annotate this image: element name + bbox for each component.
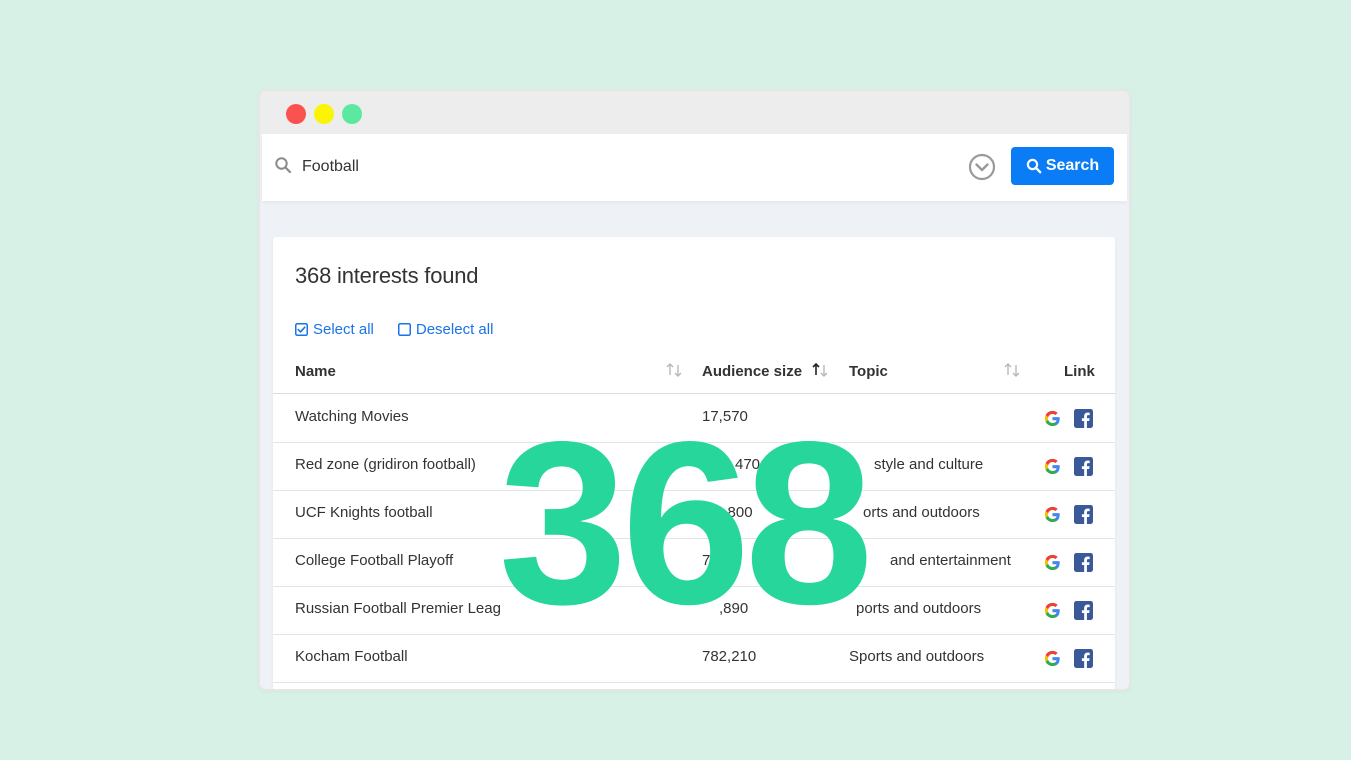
row-audience: 782,210 [702,648,757,665]
table-row[interactable]: Russian Football Premier Leag ,890 ports… [273,586,1115,635]
table-row[interactable]: UCF Knights football 1,800 orts and outd… [273,490,1115,539]
deselect-all-label: Deselect all [415,321,494,338]
select-all-label: Select all [313,321,374,338]
row-name: Russian Football Premier Leag [295,600,501,617]
sort-icon[interactable] [665,362,683,378]
browser-window: Search 368 interests found Select all De… [260,91,1129,689]
row-audience: ,890 [719,600,749,617]
sort-ascending-icon[interactable] [811,362,829,378]
google-icon[interactable] [1043,505,1062,524]
table-row[interactable]: Red zone (gridiron football) 470 style a… [273,442,1115,491]
row-name: Watching Movies [295,408,409,425]
search-icon [1026,158,1042,174]
title-bar [260,91,1129,134]
row-name: College Football Playoff [295,552,454,569]
selection-links: Select all Deselect all [295,321,493,338]
row-audience: 17,570 [702,408,748,425]
results-count-title: 368 interests found [295,263,479,288]
search-input[interactable] [302,152,902,182]
unchecked-checkbox-icon [397,323,411,336]
google-icon[interactable] [1043,457,1062,476]
chevron-down-icon[interactable] [968,153,996,181]
link-column-header: Link [1064,363,1095,380]
maximize-window-dot[interactable] [342,104,362,124]
name-column-header[interactable]: Name [295,363,336,380]
search-icon [275,157,292,174]
minimize-window-dot[interactable] [314,104,334,124]
close-window-dot[interactable] [286,104,306,124]
table-row[interactable]: Watching Movies 17,570 [273,394,1115,443]
row-topic: Sports and outdoors [849,648,985,665]
checked-checkbox-icon [295,323,308,336]
facebook-icon[interactable] [1074,409,1093,428]
row-name: Red zone (gridiron football) [295,456,476,473]
google-icon[interactable] [1043,601,1062,620]
sort-icon[interactable] [1003,362,1021,378]
row-audience: 1,800 [715,504,753,521]
row-topic: and entertainment [890,552,1011,569]
deselect-all-link[interactable]: Deselect all [397,321,494,338]
row-topic: orts and outdoors [863,504,980,521]
row-audience: 470 [735,456,761,473]
facebook-icon[interactable] [1074,553,1093,572]
google-icon[interactable] [1043,553,1062,572]
row-topic: ports and outdoors [856,600,982,617]
select-all-link[interactable]: Select all [295,321,374,338]
facebook-icon[interactable] [1074,649,1093,668]
row-name: UCF Knights football [295,504,433,521]
row-name: Kocham Football [295,648,408,665]
row-audience: 7 [702,552,711,569]
audience-column-header[interactable]: Audience size [702,363,802,380]
results-card: 368 interests found Select all Deselect … [273,237,1115,689]
row-topic: style and culture [874,456,984,473]
google-icon[interactable] [1043,649,1062,668]
google-icon[interactable] [1043,409,1062,428]
facebook-icon[interactable] [1074,505,1093,524]
search-button-label: Search [1045,157,1100,174]
search-button[interactable]: Search [1011,147,1114,185]
table-row[interactable]: College Football Playoff 7 and entertain… [273,538,1115,587]
facebook-icon[interactable] [1074,457,1093,476]
topic-column-header[interactable]: Topic [849,363,888,380]
table-header: Name Audience size Topic Link [273,359,1115,394]
table-row[interactable]: Kocham Football 782,210 Sports and outdo… [273,634,1115,683]
search-bar: Search [262,134,1127,201]
facebook-icon[interactable] [1074,601,1093,620]
